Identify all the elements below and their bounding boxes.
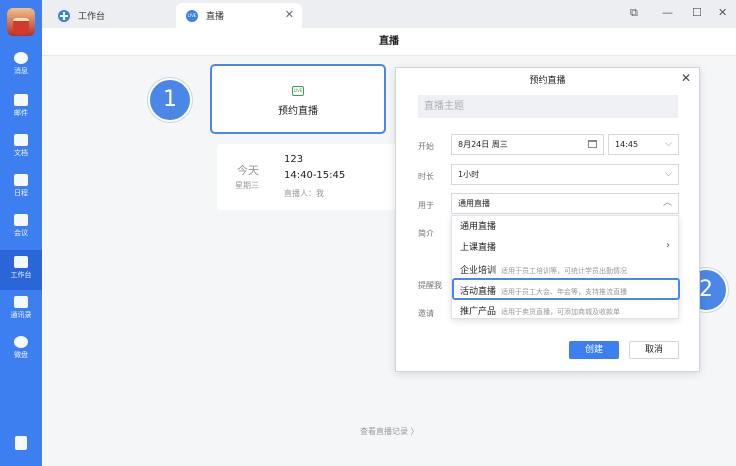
sidebar-item-label: 微盘	[14, 351, 28, 359]
chevron-up-icon: ︿	[662, 198, 672, 208]
chevron-down-icon: ⌵	[665, 139, 672, 149]
close-icon[interactable]: ✕	[285, 8, 294, 21]
pin-icon[interactable]: ⧉	[630, 6, 638, 20]
live-list-item[interactable]: 今天 星期三 123 14:40-15:45 直播人：我	[217, 144, 397, 210]
sidebar-item-docs[interactable]: 文档	[0, 134, 42, 174]
sidebar-item-calendar[interactable]: 日程	[0, 174, 42, 214]
dropdown-option-class[interactable]: 上课直播 ›	[460, 240, 670, 253]
purpose-value: 通用直播	[458, 199, 490, 208]
calendar-icon	[588, 140, 597, 148]
start-date-field[interactable]: 8月24日 周三	[451, 134, 604, 155]
start-label: 开始	[418, 142, 434, 151]
maximize-icon[interactable]: ☐	[692, 6, 702, 19]
reserve-live-dialog: 预约直播 ✕ 直播主题 开始 8月24日 周三 14:45 ⌵ 时长 1小时 ⌵…	[395, 67, 700, 372]
sidebar-item-label: 日程	[14, 189, 28, 197]
drive-icon	[14, 336, 28, 348]
live-weekday: 星期三	[235, 181, 259, 190]
minimize-icon[interactable]: —	[662, 6, 673, 19]
duration-label: 时长	[418, 172, 434, 181]
tab-workbench[interactable]: 工作台	[48, 3, 176, 28]
live-host: 直播人：我	[284, 189, 324, 198]
sidebar-item-more[interactable]	[0, 436, 42, 466]
option-desc: 适用于卖货直播，可添加商城及收款单	[501, 308, 621, 316]
calendar-icon	[14, 174, 28, 186]
window-close-icon[interactable]: ✕	[718, 6, 727, 19]
option-label: 通用直播	[460, 222, 497, 232]
cancel-button[interactable]: 取消	[629, 341, 679, 359]
live-time: 14:40-15:45	[284, 170, 346, 181]
purpose-label: 用于	[418, 201, 434, 210]
invite-label: 邀请	[418, 309, 434, 318]
meeting-icon	[14, 214, 28, 226]
sidebar-item-messages[interactable]: 消息	[0, 52, 42, 92]
sidebar-item-label: 邮件	[14, 109, 28, 117]
doc-icon	[14, 134, 28, 146]
live-day: 今天	[237, 164, 259, 177]
tab-label: 工作台	[78, 12, 106, 22]
app-window: 消息 邮件 文档 日程 会议 工作台 通讯录 微盘 工作台 LIVE 直播 ✕ …	[0, 0, 736, 466]
page-title: 直播	[42, 28, 736, 56]
sidebar-item-contacts[interactable]: 通讯录	[0, 296, 42, 336]
intro-label: 简介	[418, 229, 434, 238]
purpose-select[interactable]: 通用直播 ︿	[451, 193, 679, 214]
topic-input[interactable]: 直播主题	[418, 95, 678, 118]
sidebar-item-label: 工作台	[10, 271, 32, 279]
highlight-box	[452, 278, 680, 300]
sidebar-item-drive[interactable]: 微盘	[0, 336, 42, 376]
sidebar-item-label: 通讯录	[10, 311, 32, 319]
live-icon: LIVE	[292, 86, 304, 96]
sidebar-item-workbench[interactable]: 工作台	[0, 250, 42, 290]
callout-1: 1	[148, 78, 192, 122]
history-link[interactable]: 查看直播记录 〉	[360, 426, 419, 437]
mail-icon	[14, 94, 28, 106]
dropdown-option-promotion[interactable]: 推广产品 适用于卖货直播，可添加商城及收款单	[460, 304, 620, 318]
tab-live[interactable]: LIVE 直播 ✕	[176, 3, 302, 28]
chevron-down-icon: ⌵	[665, 169, 672, 179]
chevron-right-icon: ›	[666, 240, 670, 251]
start-time-field[interactable]: 14:45 ⌵	[608, 134, 679, 155]
start-time-value: 14:45	[615, 140, 639, 149]
create-button[interactable]: 创建	[569, 341, 619, 359]
reserve-live-card[interactable]: LIVE 预约直播	[210, 64, 386, 134]
option-desc: 适用于员工培训等，可统计学员出勤情况	[501, 267, 628, 275]
sidebar-item-label: 文档	[14, 149, 28, 157]
tab-bar: 工作台 LIVE 直播 ✕ ⧉ — ☐ ✕	[42, 0, 736, 28]
more-apps-icon	[15, 436, 27, 450]
avatar[interactable]	[7, 8, 35, 36]
dialog-title: 预约直播	[529, 76, 566, 86]
duration-select[interactable]: 1小时 ⌵	[451, 164, 679, 185]
start-date-value: 8月24日 周三	[458, 140, 508, 149]
tab-label: 直播	[206, 12, 225, 22]
sidebar-item-meeting[interactable]: 会议	[0, 214, 42, 254]
dropdown-option-training[interactable]: 企业培训 适用于员工培训等，可统计学员出勤情况	[460, 263, 627, 276]
sidebar-item-mail[interactable]: 邮件	[0, 94, 42, 134]
option-label: 企业培训	[460, 266, 497, 276]
option-label: 推广产品	[460, 307, 497, 317]
option-label: 上课直播	[460, 243, 497, 253]
sidebar-item-label: 会议	[14, 229, 28, 237]
close-icon[interactable]: ✕	[681, 71, 691, 85]
workbench-icon	[58, 9, 70, 22]
workbench-icon	[14, 256, 28, 268]
reserve-live-label: 预约直播	[278, 106, 318, 117]
live-name: 123	[284, 154, 304, 165]
duration-value: 1小时	[458, 170, 480, 179]
dropdown-option-general[interactable]: 通用直播	[460, 219, 496, 232]
sidebar: 消息 邮件 文档 日程 会议 工作台 通讯录 微盘	[0, 0, 42, 466]
chat-icon	[14, 52, 28, 64]
sidebar-item-label: 消息	[14, 67, 28, 75]
purpose-dropdown: 通用直播 上课直播 › 企业培训 适用于员工培训等，可统计学员出勤情况 活动直播适…	[451, 215, 680, 319]
remind-label: 提醒我	[418, 281, 442, 290]
live-icon: LIVE	[186, 9, 198, 22]
contacts-icon	[14, 296, 28, 308]
